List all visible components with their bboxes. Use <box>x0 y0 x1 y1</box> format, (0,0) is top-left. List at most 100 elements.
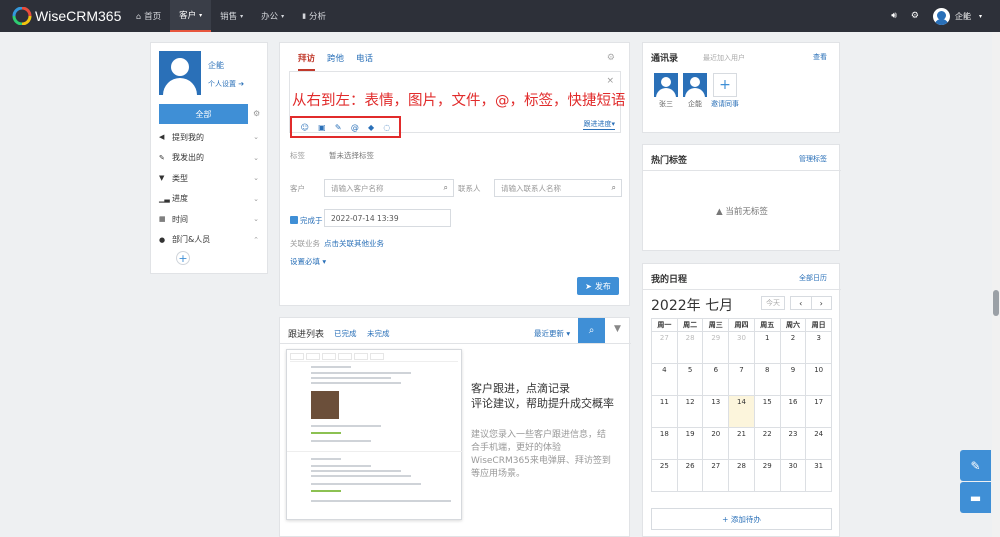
filter-label: 部门&人员 <box>172 235 211 245</box>
calendar-day[interactable]: 20 <box>703 428 730 460</box>
user-menu[interactable]: 企能 ▾ <box>932 7 982 25</box>
calendar-day[interactable]: 6 <box>703 364 730 396</box>
emoji-icon[interactable]: ☺ <box>301 123 309 132</box>
invite-button[interactable]: + <box>713 73 737 97</box>
tab-completed[interactable]: 已完成 <box>334 328 357 339</box>
calendar-day[interactable]: 10 <box>806 364 833 396</box>
filter-progress[interactable]: ▁▃ 进度 ⌄ <box>159 189 259 210</box>
quick-phrase-icon[interactable]: ◌ <box>383 123 390 132</box>
tab-other[interactable]: 跨他 <box>327 52 344 71</box>
invite-label[interactable]: 邀请同事 <box>711 99 739 109</box>
publish-button[interactable]: ➤ 发布 <box>577 277 619 295</box>
follow-progress-dropdown[interactable]: 跟进进度▾ <box>583 119 615 130</box>
calendar-day[interactable]: 12 <box>677 396 704 428</box>
nav-sales[interactable]: 销售 ▾ <box>211 0 252 32</box>
calendar-day[interactable]: 2 <box>780 332 807 364</box>
calendar-day[interactable]: 1 <box>754 332 781 364</box>
calendar-day[interactable]: 29 <box>703 332 730 364</box>
logo[interactable]: WiseCRM365 <box>12 7 121 25</box>
nav-customers[interactable]: 客户 ▾ <box>170 0 212 32</box>
next-month-icon[interactable]: › <box>812 297 832 309</box>
prev-month-icon[interactable]: ‹ <box>791 297 812 309</box>
calendar-day[interactable]: 15 <box>754 396 781 428</box>
close-icon[interactable]: × <box>606 76 614 86</box>
chat-float-button[interactable]: ▬ <box>960 482 991 513</box>
calendar-day[interactable]: 4 <box>652 364 678 396</box>
add-todo-button[interactable]: + 添加待办 <box>651 508 832 530</box>
filter-department[interactable]: ● 部门&人员 ⌃ <box>159 230 259 251</box>
filter-type[interactable]: ▼ 类型 ⌄ <box>159 168 259 189</box>
scrollbar[interactable] <box>992 32 1000 537</box>
calendar-day[interactable]: 28 <box>729 460 755 492</box>
profile-name[interactable]: 企能 <box>208 60 224 71</box>
add-filter-button[interactable]: + <box>176 251 190 265</box>
calendar-day[interactable]: 24 <box>806 428 833 460</box>
search-icon[interactable]: ⌕ <box>444 183 448 193</box>
calendar-day[interactable]: 29 <box>754 460 781 492</box>
recent-update-dropdown[interactable]: 最近更新 ▾ <box>534 328 570 339</box>
content-editor[interactable]: × 从右到左：表情，图片，文件，@，标签，快捷短语 ☺ ▣ ✎ @ ◆ ◌ 跟进… <box>289 71 626 138</box>
gear-icon[interactable]: ⚙ <box>911 11 919 21</box>
tab-visit[interactable]: 拜访 <box>298 52 316 71</box>
calendar-day[interactable]: 31 <box>806 460 833 492</box>
calendar-day[interactable]: 8 <box>754 364 781 396</box>
calendar-day[interactable]: 9 <box>780 364 807 396</box>
today-button[interactable]: 今天 <box>761 296 785 310</box>
all-calendars-link[interactable]: 全部日历 <box>799 273 827 283</box>
calendar-day[interactable]: 11 <box>652 396 678 428</box>
tab-phone[interactable]: 电话 <box>356 52 373 71</box>
volume-icon[interactable]: 🔊︎ <box>891 11 897 21</box>
calendar-day[interactable]: 3 <box>806 332 833 364</box>
calendar-day[interactable]: 28 <box>677 332 704 364</box>
manage-tags-link[interactable]: 管理标签 <box>799 154 827 164</box>
calendar-day[interactable]: 27 <box>652 332 678 364</box>
filter-time[interactable]: ▦ 时间 ⌄ <box>159 209 259 230</box>
filter-all-button[interactable]: 全部 <box>159 104 248 124</box>
edit-float-button[interactable]: ✎ <box>960 450 991 481</box>
related-link[interactable]: 点击关联其他业务 <box>324 238 384 249</box>
calendar-day[interactable]: 23 <box>780 428 807 460</box>
calendar-day[interactable]: 25 <box>652 460 678 492</box>
calendar-day[interactable]: 14 <box>729 396 755 428</box>
calendar-day[interactable]: 19 <box>677 428 704 460</box>
nav-analysis[interactable]: ▮ 分析 <box>293 0 335 32</box>
calendar-day[interactable]: 7 <box>729 364 755 396</box>
avatar[interactable] <box>654 73 678 97</box>
filter-sent[interactable]: ✎ 我发出的 ⌄ <box>159 148 259 169</box>
done-checkbox[interactable] <box>290 216 298 224</box>
tab-uncompleted[interactable]: 未完成 <box>367 328 390 339</box>
calendar-day[interactable]: 22 <box>754 428 781 460</box>
calendar-day[interactable]: 27 <box>703 460 730 492</box>
personal-settings-link[interactable]: 个人设置 ➔ <box>208 79 244 89</box>
calendar-day[interactable]: 5 <box>677 364 704 396</box>
calendar-day[interactable]: 26 <box>677 460 704 492</box>
send-icon: ➤ <box>585 281 592 291</box>
calendar-day[interactable]: 30 <box>729 332 755 364</box>
view-contacts-link[interactable]: 查看 <box>813 52 827 62</box>
calendar-day[interactable]: 30 <box>780 460 807 492</box>
calendar-day[interactable]: 13 <box>703 396 730 428</box>
gear-icon[interactable]: ⚙ <box>607 53 615 63</box>
attachment-icon[interactable]: ✎ <box>335 123 342 132</box>
filter-mentioned[interactable]: ◀ 提到我的 ⌄ <box>159 127 259 148</box>
nav-home[interactable]: ⌂ 首页 <box>127 0 170 32</box>
tag-value[interactable]: 暂未选择标签 <box>329 150 374 161</box>
calendar-day[interactable]: 16 <box>780 396 807 428</box>
contact-input[interactable]: 请输入联系人名称 ⌕ <box>494 179 622 197</box>
at-icon[interactable]: @ <box>351 123 359 132</box>
filter-icon[interactable]: ▼ <box>614 324 621 334</box>
scrollbar-thumb[interactable] <box>993 290 999 316</box>
gear-icon[interactable]: ⚙ <box>253 109 260 118</box>
search-icon[interactable]: ⌕ <box>612 183 616 193</box>
search-button[interactable]: ⌕ <box>578 318 605 343</box>
settings-required-link[interactable]: 设置必填 ▾ <box>290 256 326 267</box>
tag-icon[interactable]: ◆ <box>368 123 374 132</box>
done-time-input[interactable]: 2022-07-14 13:39 <box>324 209 451 227</box>
calendar-day[interactable]: 18 <box>652 428 678 460</box>
calendar-day[interactable]: 21 <box>729 428 755 460</box>
nav-office[interactable]: 办公 ▾ <box>252 0 293 32</box>
avatar[interactable] <box>683 73 707 97</box>
customer-input[interactable]: 请输入客户名称 ⌕ <box>324 179 454 197</box>
image-icon[interactable]: ▣ <box>318 123 326 132</box>
calendar-day[interactable]: 17 <box>806 396 833 428</box>
